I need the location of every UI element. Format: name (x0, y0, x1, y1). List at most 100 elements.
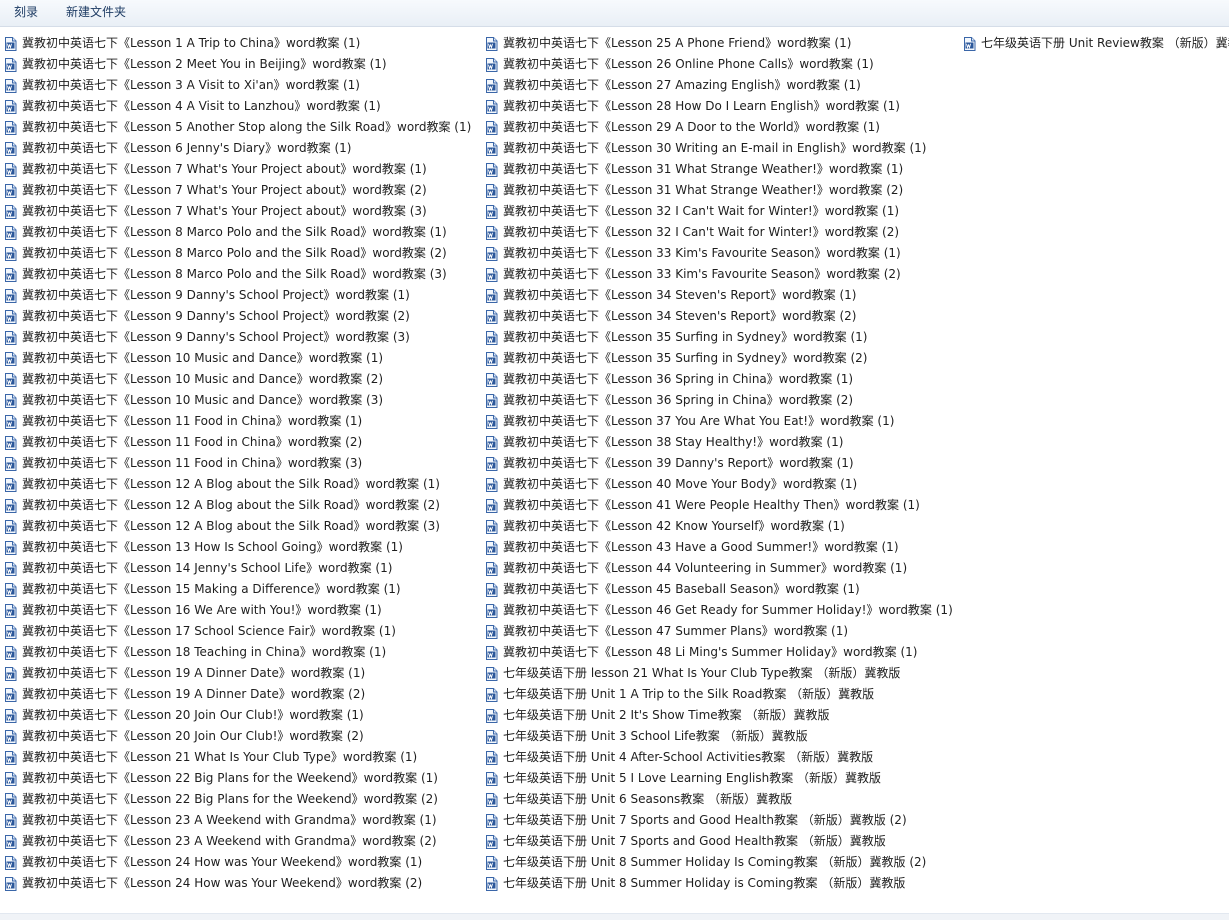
file-list-item[interactable]: 七年级英语下册 Unit 7 Sports and Good Health教案 … (485, 831, 953, 852)
file-list-item[interactable]: 冀教初中英语七下《Lesson 31 What Strange Weather!… (485, 180, 953, 201)
file-list-item[interactable]: 冀教初中英语七下《Lesson 38 Stay Healthy!》word教案 … (485, 432, 953, 453)
file-list-item[interactable]: 冀教初中英语七下《Lesson 11 Food in China》word教案 … (4, 432, 471, 453)
file-list-item[interactable]: 七年级英语下册 Unit 8 Summer Holiday Is Coming教… (485, 852, 953, 873)
file-name-label: 冀教初中英语七下《Lesson 36 Spring in China》word教… (503, 372, 854, 386)
file-list-item[interactable]: 冀教初中英语七下《Lesson 31 What Strange Weather!… (485, 159, 953, 180)
file-list-item[interactable]: 冀教初中英语七下《Lesson 19 A Dinner Date》word教案 … (4, 684, 471, 705)
file-list-item[interactable]: 冀教初中英语七下《Lesson 33 Kim's Favourite Seaso… (485, 243, 953, 264)
file-list-item[interactable]: 冀教初中英语七下《Lesson 40 Move Your Body》word教案… (485, 474, 953, 495)
file-list-item[interactable]: 冀教初中英语七下《Lesson 30 Writing an E-mail in … (485, 138, 953, 159)
file-list-item[interactable]: 冀教初中英语七下《Lesson 20 Join Our Club!》word教案… (4, 705, 471, 726)
file-list-item[interactable]: 冀教初中英语七下《Lesson 10 Music and Dance》word教… (4, 390, 471, 411)
file-list-item[interactable]: 冀教初中英语七下《Lesson 29 A Door to the World》w… (485, 117, 953, 138)
file-list-item[interactable]: 冀教初中英语七下《Lesson 33 Kim's Favourite Seaso… (485, 264, 953, 285)
file-list-item[interactable]: 冀教初中英语七下《Lesson 15 Making a Difference》w… (4, 579, 471, 600)
file-list-item[interactable]: 冀教初中英语七下《Lesson 21 What Is Your Club Typ… (4, 747, 471, 768)
file-name-label: 冀教初中英语七下《Lesson 15 Making a Difference》w… (22, 582, 401, 596)
file-list-item[interactable]: 冀教初中英语七下《Lesson 10 Music and Dance》word教… (4, 348, 471, 369)
file-list-item[interactable]: 冀教初中英语七下《Lesson 2 Meet You in Beijing》wo… (4, 54, 471, 75)
file-list-item[interactable]: 七年级英语下册 Unit 5 I Love Learning English教案… (485, 768, 953, 789)
file-list-item[interactable]: 冀教初中英语七下《Lesson 19 A Dinner Date》word教案 … (4, 663, 471, 684)
file-list-item[interactable]: 冀教初中英语七下《Lesson 14 Jenny's School Life》w… (4, 558, 471, 579)
file-list-item[interactable]: 冀教初中英语七下《Lesson 1 A Trip to China》word教案… (4, 33, 471, 54)
file-list-item[interactable]: 冀教初中英语七下《Lesson 24 How was Your Weekend》… (4, 873, 471, 894)
file-name-label: 七年级英语下册 Unit Review教案 （新版）冀教版 (981, 36, 1229, 50)
file-list-item[interactable]: 冀教初中英语七下《Lesson 7 What's Your Project ab… (4, 201, 471, 222)
file-list-item[interactable]: 冀教初中英语七下《Lesson 47 Summer Plans》word教案 (… (485, 621, 953, 642)
file-list-item[interactable]: 冀教初中英语七下《Lesson 13 How Is School Going》w… (4, 537, 471, 558)
file-list-item[interactable]: 冀教初中英语七下《Lesson 34 Steven's Report》word教… (485, 285, 953, 306)
file-list-item[interactable]: 冀教初中英语七下《Lesson 8 Marco Polo and the Sil… (4, 243, 471, 264)
file-list-item[interactable]: 冀教初中英语七下《Lesson 25 A Phone Friend》word教案… (485, 33, 953, 54)
word-document-icon (485, 351, 498, 366)
file-list-item[interactable]: 冀教初中英语七下《Lesson 37 You Are What You Eat!… (485, 411, 953, 432)
file-list-item[interactable]: 冀教初中英语七下《Lesson 20 Join Our Club!》word教案… (4, 726, 471, 747)
file-list-item[interactable]: 冀教初中英语七下《Lesson 8 Marco Polo and the Sil… (4, 222, 471, 243)
file-list-item[interactable]: 冀教初中英语七下《Lesson 12 A Blog about the Silk… (4, 495, 471, 516)
file-list-item[interactable]: 冀教初中英语七下《Lesson 36 Spring in China》word教… (485, 369, 953, 390)
file-list-item[interactable]: 冀教初中英语七下《Lesson 12 A Blog about the Silk… (4, 474, 471, 495)
file-list-item[interactable]: 七年级英语下册 Unit 3 School Life教案 （新版）冀教版 (485, 726, 953, 747)
word-document-icon (485, 729, 498, 744)
file-list-item[interactable]: 冀教初中英语七下《Lesson 9 Danny's School Project… (4, 327, 471, 348)
file-list-item[interactable]: 冀教初中英语七下《Lesson 11 Food in China》word教案 … (4, 411, 471, 432)
file-list-item[interactable]: 七年级英语下册 Unit 6 Seasons教案 （新版）冀教版 (485, 789, 953, 810)
file-name-label: 冀教初中英语七下《Lesson 20 Join Our Club!》word教案… (22, 708, 364, 722)
file-list-item[interactable]: 冀教初中英语七下《Lesson 46 Get Ready for Summer … (485, 600, 953, 621)
file-list-item[interactable]: 七年级英语下册 Unit 4 After-School Activities教案… (485, 747, 953, 768)
file-list-item[interactable]: 冀教初中英语七下《Lesson 6 Jenny's Diary》word教案 (… (4, 138, 471, 159)
file-list-item[interactable]: 冀教初中英语七下《Lesson 32 I Can't Wait for Wint… (485, 201, 953, 222)
file-list-item[interactable]: 冀教初中英语七下《Lesson 23 A Weekend with Grandm… (4, 831, 471, 852)
file-list-item[interactable]: 冀教初中英语七下《Lesson 16 We Are with You!》word… (4, 600, 471, 621)
file-list-item[interactable]: 七年级英语下册 Unit 7 Sports and Good Health教案 … (485, 810, 953, 831)
file-list-item[interactable]: 冀教初中英语七下《Lesson 3 A Visit to Xi'an》word教… (4, 75, 471, 96)
file-name-label: 冀教初中英语七下《Lesson 38 Stay Healthy!》word教案 … (503, 435, 844, 449)
file-list-item[interactable]: 冀教初中英语七下《Lesson 39 Danny's Report》word教案… (485, 453, 953, 474)
file-list-item[interactable]: 冀教初中英语七下《Lesson 12 A Blog about the Silk… (4, 516, 471, 537)
file-list-item[interactable]: 冀教初中英语七下《Lesson 22 Big Plans for the Wee… (4, 768, 471, 789)
file-name-label: 冀教初中英语七下《Lesson 14 Jenny's School Life》w… (22, 561, 393, 575)
file-list-item[interactable]: 冀教初中英语七下《Lesson 11 Food in China》word教案 … (4, 453, 471, 474)
word-document-icon (4, 750, 17, 765)
file-list-item[interactable]: 冀教初中英语七下《Lesson 9 Danny's School Project… (4, 285, 471, 306)
file-list-item[interactable]: 冀教初中英语七下《Lesson 28 How Do I Learn Englis… (485, 96, 953, 117)
file-list-item[interactable]: 冀教初中英语七下《Lesson 5 Another Stop along the… (4, 117, 471, 138)
file-list-item[interactable]: 冀教初中英语七下《Lesson 48 Li Ming's Summer Holi… (485, 642, 953, 663)
file-name-label: 冀教初中英语七下《Lesson 10 Music and Dance》word教… (22, 393, 384, 407)
file-list-item[interactable]: 七年级英语下册 Unit Review教案 （新版）冀教版 (963, 33, 1229, 54)
file-list-item[interactable]: 冀教初中英语七下《Lesson 42 Know Yourself》word教案 … (485, 516, 953, 537)
burn-button[interactable]: 刻录 (0, 0, 52, 26)
file-list-item[interactable]: 冀教初中英语七下《Lesson 8 Marco Polo and the Sil… (4, 264, 471, 285)
file-list-item[interactable]: 冀教初中英语七下《Lesson 44 Volunteering in Summe… (485, 558, 953, 579)
file-list-item[interactable]: 冀教初中英语七下《Lesson 4 A Visit to Lanzhou》wor… (4, 96, 471, 117)
file-list-item[interactable]: 冀教初中英语七下《Lesson 34 Steven's Report》word教… (485, 306, 953, 327)
word-document-icon (4, 162, 17, 177)
file-list-item[interactable]: 冀教初中英语七下《Lesson 9 Danny's School Project… (4, 306, 471, 327)
file-list-item[interactable]: 冀教初中英语七下《Lesson 24 How was Your Weekend》… (4, 852, 471, 873)
file-list-item[interactable]: 冀教初中英语七下《Lesson 18 Teaching in China》wor… (4, 642, 471, 663)
file-list-item[interactable]: 七年级英语下册 lesson 21 What Is Your Club Type… (485, 663, 953, 684)
file-list-item[interactable]: 冀教初中英语七下《Lesson 43 Have a Good Summer!》w… (485, 537, 953, 558)
file-list-item[interactable]: 冀教初中英语七下《Lesson 32 I Can't Wait for Wint… (485, 222, 953, 243)
word-document-icon (4, 855, 17, 870)
file-list-item[interactable]: 七年级英语下册 Unit 2 It's Show Time教案 （新版）冀教版 (485, 705, 953, 726)
file-list-item[interactable]: 冀教初中英语七下《Lesson 35 Surfing in Sydney》wor… (485, 348, 953, 369)
new-folder-button[interactable]: 新建文件夹 (52, 0, 140, 26)
file-list-item[interactable]: 冀教初中英语七下《Lesson 7 What's Your Project ab… (4, 159, 471, 180)
file-list-item[interactable]: 冀教初中英语七下《Lesson 22 Big Plans for the Wee… (4, 789, 471, 810)
file-list-item[interactable]: 七年级英语下册 Unit 8 Summer Holiday is Coming教… (485, 873, 953, 894)
file-list-item[interactable]: 冀教初中英语七下《Lesson 27 Amazing English》word教… (485, 75, 953, 96)
file-list-item[interactable]: 冀教初中英语七下《Lesson 35 Surfing in Sydney》wor… (485, 327, 953, 348)
file-list-item[interactable]: 冀教初中英语七下《Lesson 36 Spring in China》word教… (485, 390, 953, 411)
file-list-item[interactable]: 七年级英语下册 Unit 1 A Trip to the Silk Road教案… (485, 684, 953, 705)
file-list-item[interactable]: 冀教初中英语七下《Lesson 23 A Weekend with Grandm… (4, 810, 471, 831)
file-list-item[interactable]: 冀教初中英语七下《Lesson 17 School Science Fair》w… (4, 621, 471, 642)
file-list-item[interactable]: 冀教初中英语七下《Lesson 45 Baseball Season》word教… (485, 579, 953, 600)
file-list-item[interactable]: 冀教初中英语七下《Lesson 41 Were People Healthy T… (485, 495, 953, 516)
file-list-item[interactable]: 冀教初中英语七下《Lesson 26 Online Phone Calls》wo… (485, 54, 953, 75)
file-list-item[interactable]: 冀教初中英语七下《Lesson 10 Music and Dance》word教… (4, 369, 471, 390)
word-document-icon (485, 603, 498, 618)
word-document-icon (4, 351, 17, 366)
file-name-label: 冀教初中英语七下《Lesson 29 A Door to the World》w… (503, 120, 880, 134)
file-list-item[interactable]: 冀教初中英语七下《Lesson 7 What's Your Project ab… (4, 180, 471, 201)
